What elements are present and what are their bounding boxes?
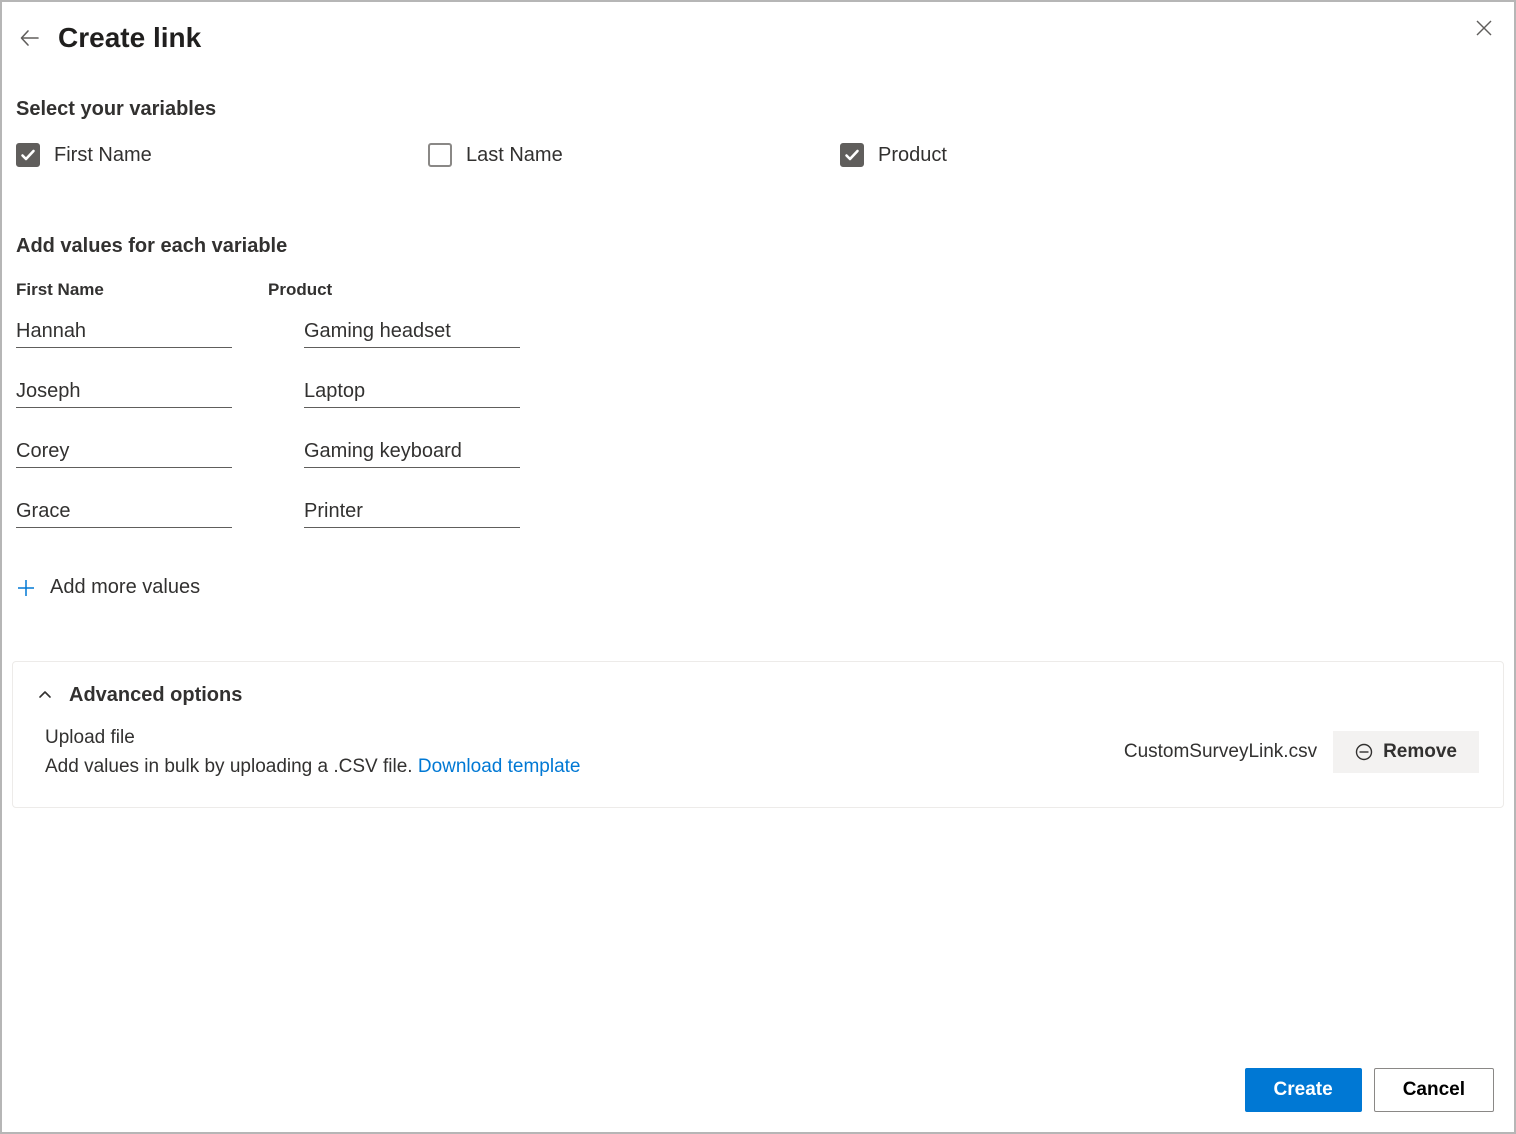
close-button[interactable] [1468, 12, 1500, 44]
product-input[interactable] [304, 434, 520, 468]
uploaded-file-name: CustomSurveyLink.csv [1124, 741, 1317, 763]
table-row [16, 314, 1500, 348]
page-title: Create link [58, 22, 201, 54]
remove-label: Remove [1383, 741, 1457, 763]
product-input[interactable] [304, 494, 520, 528]
add-more-label: Add more values [50, 576, 200, 599]
checkbox-first-name[interactable] [16, 143, 40, 167]
first-name-input[interactable] [16, 314, 232, 348]
checkmark-icon [20, 147, 36, 163]
chevron-up-icon [37, 687, 53, 703]
first-name-input[interactable] [16, 374, 232, 408]
first-name-input[interactable] [16, 434, 232, 468]
create-button[interactable]: Create [1245, 1068, 1362, 1112]
upload-description: Add values in bulk by uploading a .CSV f… [45, 756, 413, 777]
table-row [16, 374, 1500, 408]
advanced-options-panel: Advanced options Upload file Add values … [12, 661, 1504, 809]
advanced-options-title: Advanced options [69, 684, 242, 707]
checkbox-last-name[interactable] [428, 143, 452, 167]
cancel-button[interactable]: Cancel [1374, 1068, 1494, 1112]
remove-file-button[interactable]: Remove [1333, 731, 1479, 773]
remove-icon [1355, 743, 1373, 761]
product-input[interactable] [304, 314, 520, 348]
arrow-left-icon [19, 27, 41, 49]
checkmark-icon [844, 147, 860, 163]
column-header-first-name: First Name [16, 280, 196, 300]
variable-label: Product [878, 144, 947, 167]
back-button[interactable] [16, 24, 44, 52]
download-template-link[interactable]: Download template [418, 756, 581, 777]
variable-label: First Name [54, 144, 152, 167]
add-more-values-button[interactable]: Add more values [16, 576, 200, 599]
advanced-options-toggle[interactable]: Advanced options [37, 684, 1479, 707]
checkbox-product[interactable] [840, 143, 864, 167]
table-row [16, 434, 1500, 468]
table-row [16, 494, 1500, 528]
product-input[interactable] [304, 374, 520, 408]
variable-label: Last Name [466, 144, 563, 167]
add-values-heading: Add values for each variable [16, 235, 1500, 258]
close-icon [1475, 19, 1493, 37]
select-variables-heading: Select your variables [16, 98, 1500, 121]
upload-text: Upload file Add values in bulk by upload… [45, 723, 581, 782]
plus-icon [16, 578, 36, 598]
footer: Create Cancel [1245, 1068, 1494, 1112]
variables-row: First Name Last Name Product [16, 143, 1500, 167]
column-header-product: Product [268, 280, 448, 300]
first-name-input[interactable] [16, 494, 232, 528]
upload-label: Upload file [45, 723, 581, 752]
